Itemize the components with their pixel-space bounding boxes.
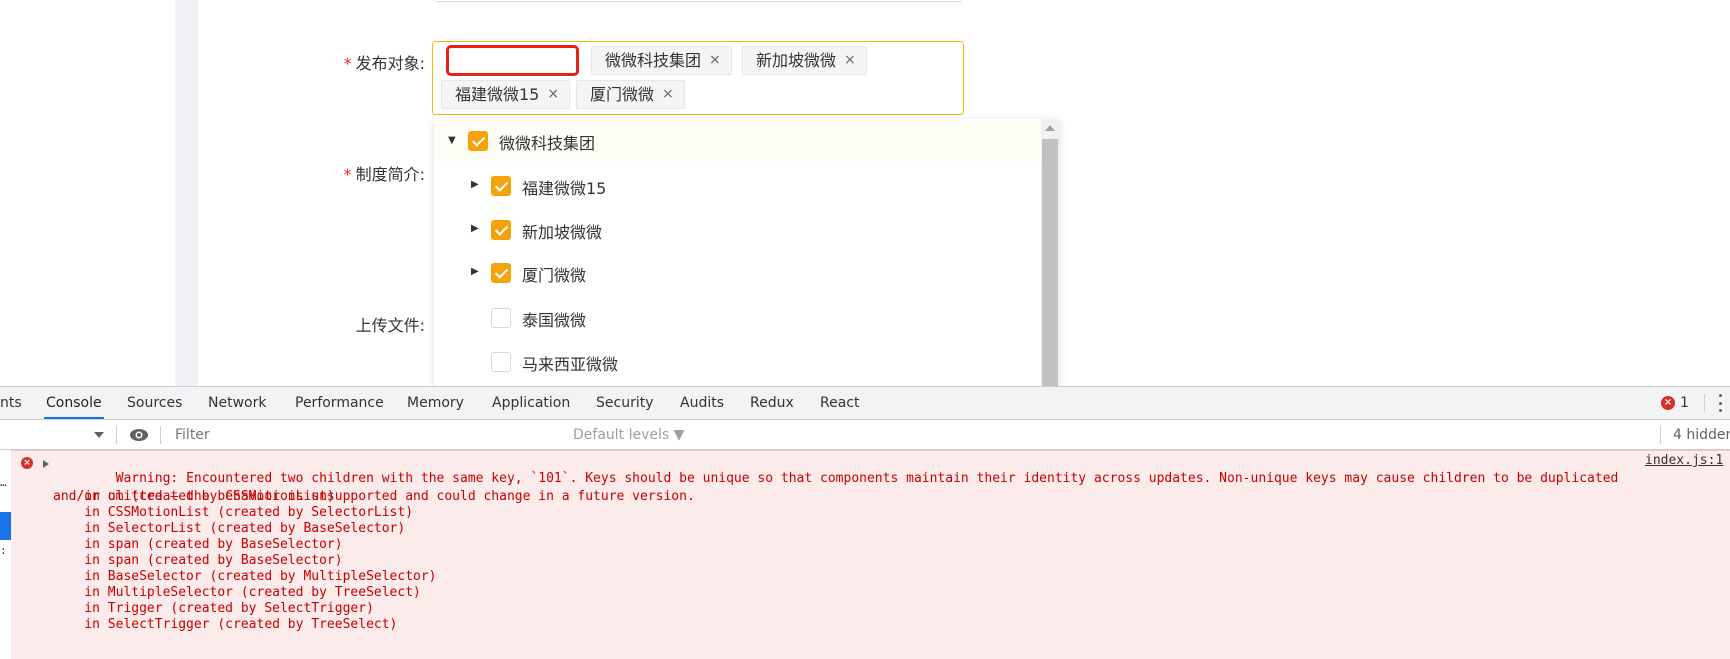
tab-audits[interactable]: Audits bbox=[680, 387, 724, 419]
default-levels-dropdown[interactable]: Default levels ▼ bbox=[573, 420, 684, 450]
tree-node[interactable]: ▶ 福建微微15 bbox=[434, 166, 1041, 206]
treeselect-dropdown: ▼ 微微科技集团 ▶ 福建微微15 ▶ 新加坡微微 ▶ 厦门微微 泰国微微 马来… bbox=[434, 119, 1059, 386]
console-error-message: × Warning: Encountered two children with… bbox=[11, 450, 1730, 659]
tabbar-divider bbox=[1704, 394, 1705, 412]
selected-tag: 微微科技集团 × bbox=[591, 46, 732, 75]
toolbar-divider bbox=[160, 426, 161, 444]
previous-field-edge[interactable] bbox=[436, 0, 962, 2]
expand-triangle-icon[interactable] bbox=[43, 460, 49, 468]
tree-node[interactable]: ▶ 厦门微微 bbox=[434, 253, 1041, 293]
tree-node-label[interactable]: 马来西亚微微 bbox=[522, 351, 618, 375]
console-filter-input[interactable] bbox=[169, 424, 563, 446]
stack-line: in SelectTrigger (created by TreeSelect) bbox=[53, 617, 398, 632]
dropdown-scrollbar[interactable] bbox=[1041, 119, 1059, 386]
toolbar-divider bbox=[116, 426, 117, 444]
left-gutter bbox=[0, 0, 175, 386]
tree-checkbox[interactable] bbox=[468, 131, 488, 151]
tab-performance[interactable]: Performance bbox=[295, 387, 384, 419]
tab-security[interactable]: Security bbox=[596, 387, 654, 419]
tree-checkbox[interactable] bbox=[491, 220, 511, 240]
selected-tag: 厦门微微 × bbox=[576, 80, 685, 109]
tree-node[interactable]: ▶ 新加坡微微 bbox=[434, 210, 1041, 250]
tree-node[interactable]: 泰国微微 bbox=[434, 298, 1041, 338]
devtools-tabbar: nts Console Sources Network Performance … bbox=[0, 387, 1730, 420]
required-mark: * bbox=[343, 165, 352, 184]
caret-right-icon[interactable]: ▶ bbox=[471, 223, 479, 234]
tree-node-label[interactable]: 福建微微15 bbox=[522, 175, 606, 199]
error-icon: × bbox=[21, 457, 33, 469]
tab-redux[interactable]: Redux bbox=[750, 387, 794, 419]
tree-node-label[interactable]: 新加坡微微 bbox=[522, 219, 602, 243]
tag-close-icon[interactable]: × bbox=[547, 81, 559, 108]
scroll-up-icon[interactable] bbox=[1045, 125, 1055, 131]
tree-node-label[interactable]: 厦门微微 bbox=[522, 262, 586, 286]
tree-checkbox[interactable] bbox=[491, 263, 511, 283]
eye-icon[interactable] bbox=[129, 428, 149, 442]
upload-file-label: 上传文件: bbox=[355, 316, 425, 335]
tab-console[interactable]: Console bbox=[44, 387, 104, 419]
tree-node[interactable]: 马来西亚微微 bbox=[434, 342, 1041, 382]
tab-memory[interactable]: Memory bbox=[407, 387, 464, 419]
sidebar-ellipsis: : bbox=[0, 544, 7, 557]
tab-network[interactable]: Network bbox=[208, 387, 266, 419]
tab-application[interactable]: Application bbox=[492, 387, 570, 419]
tag-close-icon[interactable]: × bbox=[709, 47, 721, 74]
publish-target-label: * 发布对象: bbox=[343, 54, 425, 73]
tab-sources[interactable]: Sources bbox=[127, 387, 182, 419]
error-count[interactable]: 1 bbox=[1680, 387, 1689, 419]
policy-intro-label: * 制度简介: bbox=[343, 165, 425, 184]
more-options-icon[interactable] bbox=[1718, 394, 1722, 412]
tree-node-label[interactable]: 微微科技集团 bbox=[499, 130, 595, 154]
treeselect-search-input[interactable] bbox=[446, 45, 579, 76]
tab-elements-partial[interactable]: nts bbox=[0, 387, 22, 419]
scrollbar-thumb[interactable] bbox=[1042, 139, 1058, 386]
tree-checkbox[interactable] bbox=[491, 308, 511, 328]
caret-right-icon[interactable]: ▶ bbox=[471, 266, 479, 277]
tree-checkbox[interactable] bbox=[491, 352, 511, 372]
error-icon[interactable]: × bbox=[1661, 396, 1675, 410]
selected-tag: 新加坡微微 × bbox=[742, 46, 867, 75]
console-output: … : × Warning: Encountered two children … bbox=[0, 450, 1730, 659]
required-mark: * bbox=[343, 54, 352, 73]
devtools-panel: nts Console Sources Network Performance … bbox=[0, 386, 1730, 659]
toolbar-divider bbox=[1660, 426, 1661, 444]
caret-down-icon[interactable]: ▼ bbox=[448, 135, 456, 146]
selected-tag: 福建微微15 × bbox=[441, 80, 571, 109]
tag-close-icon[interactable]: × bbox=[662, 81, 674, 108]
console-sidebar-edge: … : bbox=[0, 450, 11, 659]
sidebar-selected-item[interactable] bbox=[0, 512, 11, 540]
tree-node[interactable]: ▼ 微微科技集团 bbox=[434, 121, 1041, 161]
layout-divider bbox=[175, 0, 198, 386]
page-area: * 发布对象: * 制度简介: 上传文件: 微微科技集团 × 新加坡微微 × 福建微微1… bbox=[0, 0, 1730, 386]
tag-close-icon[interactable]: × bbox=[844, 47, 856, 74]
caret-right-icon[interactable]: ▶ bbox=[471, 179, 479, 190]
tab-react[interactable]: React bbox=[820, 387, 859, 419]
console-toolbar: Default levels ▼ 4 hidden bbox=[0, 420, 1730, 450]
source-link[interactable]: index.js:1 bbox=[1645, 452, 1723, 470]
sidebar-ellipsis: … bbox=[0, 476, 7, 489]
tree-checkbox[interactable] bbox=[491, 176, 511, 196]
tree-node-label[interactable]: 泰国微微 bbox=[522, 307, 586, 331]
hidden-messages-count: 4 hidden bbox=[1673, 427, 1730, 443]
context-dropdown-icon[interactable] bbox=[94, 432, 104, 438]
